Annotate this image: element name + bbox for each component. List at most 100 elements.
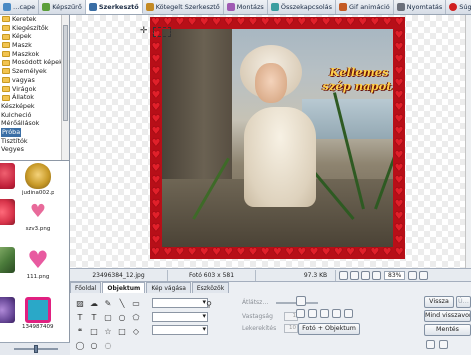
image-icon[interactable]: ▨: [74, 297, 86, 309]
folder-item[interactable]: Keretek: [0, 15, 62, 24]
folder-item[interactable]: Maszk: [0, 41, 62, 50]
editor-canvas[interactable]: ♥ ♥ ♥ ♥ ♥ ♥ ♥ ♥ ♥ ♥ ♥ ♥ ♥ ♥ ♥ ♥ ♥ ♥ ♥ ♥ ♥ ♥ ♥ ♥ ♥ ♥ ♥ ♥ ♥ ♥ ♥ ♥ ♥ ♥ ♥ ♥ ♥ ♥ ♥…: [70, 15, 471, 268]
thumbnail-image: [0, 163, 15, 189]
pen-icon[interactable]: ✎: [102, 297, 114, 309]
status-dimensions: Fotó 603 x 581: [168, 269, 256, 281]
star-icon[interactable]: ☆: [102, 325, 114, 337]
thumbnail[interactable]: ♥ szv3.png: [22, 199, 54, 233]
thumbnail[interactable]: ♥ 111.png: [22, 247, 54, 281]
tab-gif-animacio[interactable]: Gif animáció: [336, 0, 394, 14]
folder-item[interactable]: Mosódott képek: [0, 58, 62, 67]
rounding-field[interactable]: 10: [284, 324, 298, 333]
selection-tools: [296, 296, 364, 318]
tab-szerkeszto[interactable]: Szerkesztő: [85, 0, 143, 14]
bring-front-icon[interactable]: [308, 309, 317, 318]
folder-icon: [2, 68, 10, 75]
thumbnail[interactable]: [0, 247, 18, 281]
slider-handle[interactable]: [34, 345, 38, 353]
editor-icon: [88, 2, 97, 11]
save-icon[interactable]: [426, 340, 435, 349]
mentes-button[interactable]: Mentés: [424, 324, 471, 336]
folder-scrollbar[interactable]: [61, 15, 69, 160]
rounded-rect-icon[interactable]: ▢: [102, 311, 114, 323]
folder-item[interactable]: Állatok: [0, 93, 62, 102]
print-icon[interactable]: [439, 340, 448, 349]
line-style-select[interactable]: [152, 325, 208, 335]
tab-kotegelt-szerkeszto[interactable]: Kötegelt Szerkesztő: [143, 0, 224, 14]
rotate-right-icon[interactable]: [419, 270, 429, 280]
folder-icon: [2, 33, 10, 40]
fill-color-select[interactable]: [152, 298, 208, 308]
tab-0[interactable]: …cape: [0, 0, 40, 14]
photo-with-heart-frame[interactable]: ♥ ♥ ♥ ♥ ♥ ♥ ♥ ♥ ♥ ♥ ♥ ♥ ♥ ♥ ♥ ♥ ♥ ♥ ♥ ♥ ♥ ♥ ♥ ♥ ♥ ♥ ♥ ♥ ♥ ♥ ♥ ♥ ♥ ♥ ♥ ♥ ♥ ♥ ♥…: [150, 17, 405, 259]
pointer-icon[interactable]: [296, 296, 306, 306]
folder-item[interactable]: Készképek: [0, 102, 62, 111]
folder-item[interactable]: Mérőállások: [0, 119, 62, 128]
tab-objektum[interactable]: Objektum: [102, 282, 146, 293]
ujra-button[interactable]: Ú…: [456, 296, 471, 308]
square-outline-icon[interactable]: □: [116, 325, 128, 337]
folder-item[interactable]: Személyek: [0, 67, 62, 76]
thumbnail[interactable]: judina002.png: [22, 163, 54, 197]
zoom-in-icon[interactable]: [372, 270, 381, 280]
vissza-button[interactable]: Vissza: [424, 296, 454, 308]
folder-item[interactable]: Tisztítók: [0, 137, 62, 146]
tab-kep-vagasa[interactable]: Kép vágása: [146, 282, 191, 293]
filter-icon: [42, 3, 51, 11]
duplicate-icon[interactable]: [332, 309, 341, 318]
thumbnail[interactable]: [0, 163, 18, 197]
tab-nyomtatas[interactable]: Nyomtatás: [394, 0, 447, 14]
canvas-scrollbar[interactable]: [465, 15, 471, 268]
mind-visszavonas-button[interactable]: Mind visszavonás: [424, 310, 471, 322]
folder-item[interactable]: Kiegészítők: [0, 24, 62, 33]
diamond-icon[interactable]: ◇: [130, 325, 142, 337]
selection-box[interactable]: [153, 27, 171, 37]
quote-icon[interactable]: ❝: [74, 325, 86, 337]
heart-border-bottom: ♥ ♥ ♥ ♥ ♥ ♥ ♥ ♥ ♥ ♥ ♥ ♥ ♥ ♥ ♥ ♥ ♥ ♥ ♥ ♥ ♥: [151, 247, 404, 258]
text-icon[interactable]: T: [74, 311, 86, 323]
circle-icon[interactable]: ○: [116, 311, 128, 323]
folder-item[interactable]: Képek: [0, 32, 62, 41]
thumbnail-image: [25, 163, 51, 189]
text-vertical-icon[interactable]: T: [88, 311, 100, 323]
rotate-left-icon[interactable]: [408, 270, 418, 280]
fit-screen-icon[interactable]: [339, 270, 348, 280]
delete-icon[interactable]: [296, 309, 305, 318]
tab-sugo[interactable]: Súgó: [446, 0, 471, 14]
scrollbar-thumb[interactable]: [63, 25, 68, 121]
folder-item[interactable]: vagyas: [0, 76, 62, 85]
folder-item[interactable]: Virágok: [0, 85, 62, 94]
zoom-out-icon[interactable]: [361, 270, 370, 280]
tab-eszkozok[interactable]: Eszközök: [191, 282, 230, 293]
dot-circle-icon[interactable]: ◌: [102, 339, 114, 351]
tab-osszekapcsolas[interactable]: Összekapcsolás: [268, 0, 336, 14]
line-color-select[interactable]: [152, 312, 208, 322]
thumbnail[interactable]: 134987409…: [22, 297, 54, 331]
tab-kepszuro[interactable]: Képszűrő: [39, 0, 86, 14]
status-filename: 23496384_12.jpg: [70, 269, 168, 281]
eyedropper-icon[interactable]: ⚲: [203, 298, 215, 310]
tab-montazs[interactable]: Montázs: [224, 0, 268, 14]
folder-item[interactable]: Kulcheció: [0, 111, 62, 120]
rectangle-icon[interactable]: ▭: [130, 297, 142, 309]
ellipse-small-icon[interactable]: ○: [88, 339, 100, 351]
heart-border-right: ♥ ♥ ♥ ♥ ♥ ♥ ♥ ♥ ♥ ♥ ♥ ♥ ♥ ♥ ♥ ♥ ♥ ♥: [394, 30, 404, 246]
speech-bubble-icon[interactable]: ☁: [88, 297, 100, 309]
thumbnail[interactable]: [0, 297, 18, 331]
folder-item[interactable]: Maszkok: [0, 50, 62, 59]
thumbnail[interactable]: [0, 199, 18, 233]
thumbnail-image: [25, 297, 51, 323]
align-icon[interactable]: [344, 309, 353, 318]
folder-item-selected[interactable]: Próba: [0, 127, 62, 137]
folder-item[interactable]: Vegyes: [0, 145, 62, 154]
polygon-icon[interactable]: ⬠: [130, 311, 142, 323]
thumbnail-zoom-bar: [0, 342, 70, 355]
ellipse-icon[interactable]: ◯: [74, 339, 86, 351]
zoom-level[interactable]: 83%: [384, 270, 406, 280]
actual-size-icon[interactable]: [350, 270, 359, 280]
foto-objektum-button[interactable]: Fotó + Objektum: [298, 323, 360, 335]
tab-fooldal[interactable]: Főoldal: [70, 282, 102, 293]
square-icon[interactable]: □: [88, 325, 100, 337]
send-back-icon[interactable]: [320, 309, 329, 318]
line-icon[interactable]: ╲: [116, 297, 128, 309]
